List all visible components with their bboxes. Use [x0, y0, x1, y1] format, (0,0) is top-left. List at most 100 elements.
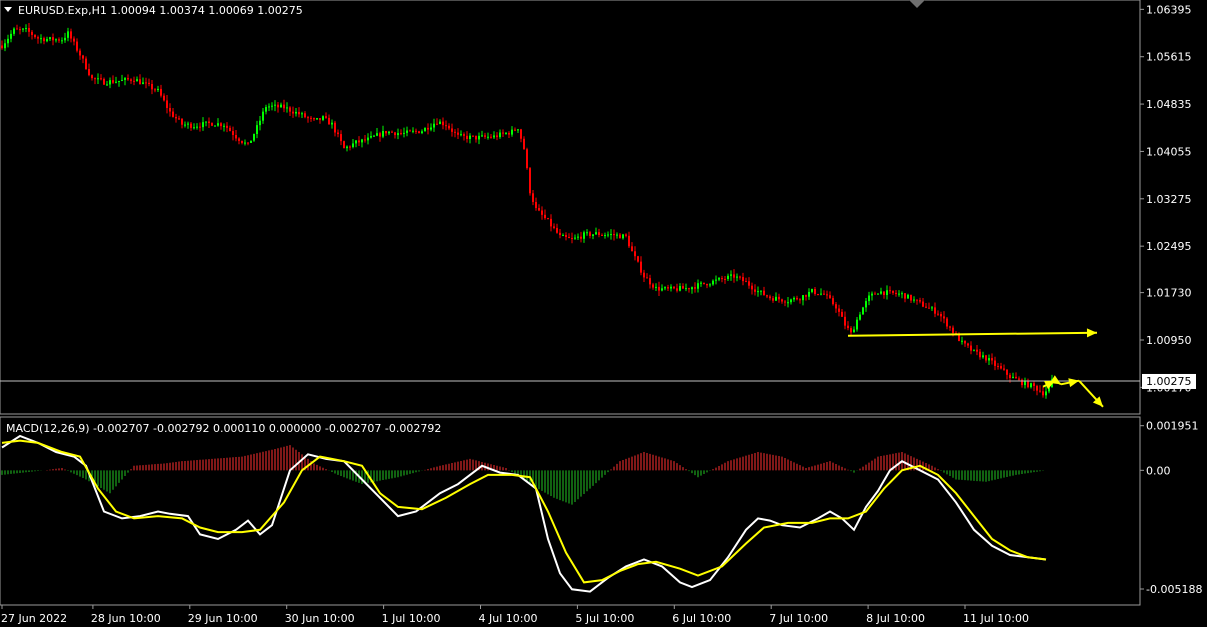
candle-body: [859, 314, 861, 320]
candle-body: [457, 132, 459, 135]
candle-body: [937, 313, 939, 315]
candle-body: [208, 121, 210, 124]
candle-body: [580, 236, 582, 239]
candle-body: [496, 135, 498, 138]
trading-chart[interactable]: EURUSD.Exp,H1 1.00094 1.00374 1.00069 1.…: [0, 0, 1207, 627]
candle-body: [775, 296, 777, 301]
candle-body: [4, 43, 6, 49]
candle-body: [589, 232, 591, 236]
candle-body: [265, 107, 267, 112]
candle-body: [964, 340, 966, 344]
candle-body: [991, 358, 993, 361]
candle-body: [757, 291, 759, 293]
price-tick-label: 1.00950: [1146, 334, 1192, 347]
candle-body: [778, 296, 780, 300]
candle-body: [454, 131, 456, 133]
candle-body: [238, 138, 240, 141]
candle-body: [133, 80, 135, 82]
candle-body: [1033, 383, 1035, 386]
candle-body: [115, 81, 117, 83]
candle-body: [1009, 374, 1011, 378]
candle-body: [295, 111, 297, 114]
candle-body: [520, 129, 522, 139]
candle-body: [73, 38, 75, 42]
time-tick-label: 1 Jul 10:00: [382, 612, 441, 625]
candle-body: [787, 302, 789, 304]
candle-body: [556, 227, 558, 233]
candle-body: [229, 127, 231, 132]
candle-body: [820, 293, 822, 295]
candle-body: [583, 232, 585, 239]
candle-body: [1030, 383, 1032, 388]
candle-body: [832, 298, 834, 305]
candle-body: [301, 113, 303, 115]
candle-body: [829, 295, 831, 299]
candle-body: [202, 122, 204, 128]
candle-body: [799, 299, 801, 301]
candle-body: [607, 234, 609, 236]
candle-body: [682, 286, 684, 289]
candle-body: [157, 88, 159, 91]
candle-body: [310, 117, 312, 119]
candle-body: [1, 45, 3, 49]
candle-body: [283, 104, 285, 109]
candle-body: [1039, 390, 1041, 392]
candle-body: [550, 218, 552, 227]
candle-body: [793, 297, 795, 300]
candle-body: [670, 286, 672, 289]
candle-body: [370, 136, 372, 138]
candle-body: [664, 287, 666, 289]
candle-body: [271, 105, 273, 107]
candle-body: [559, 232, 561, 236]
candle-body: [979, 351, 981, 358]
candle-body: [421, 131, 423, 134]
candle-body: [850, 328, 852, 333]
candle-body: [463, 134, 465, 136]
candle-body: [391, 131, 393, 133]
candle-body: [385, 130, 387, 134]
candle-body: [253, 133, 255, 141]
candle-body: [49, 37, 51, 40]
candle-body: [175, 116, 177, 119]
candle-body: [61, 40, 63, 42]
candle-body: [595, 232, 597, 235]
candle-body: [94, 78, 96, 80]
candle-body: [352, 143, 354, 148]
candle-body: [226, 125, 228, 128]
candle-body: [694, 287, 696, 289]
candle-body: [442, 121, 444, 126]
macd-tick-label: 0.001951: [1146, 420, 1199, 433]
candle-body: [511, 129, 513, 135]
candle-body: [877, 293, 879, 295]
candle-body: [703, 282, 705, 285]
candle-body: [364, 139, 366, 141]
candle-body: [160, 88, 162, 96]
candle-body: [514, 129, 516, 131]
candle-body: [736, 276, 738, 278]
candle-body: [667, 287, 669, 289]
candle-body: [973, 349, 975, 351]
candle-body: [304, 113, 306, 118]
candle-body: [1015, 376, 1017, 379]
candle-body: [445, 125, 447, 127]
candle-body: [289, 107, 291, 112]
candle-body: [697, 283, 699, 289]
candle-body: [1018, 378, 1020, 380]
candle-body: [871, 293, 873, 296]
candle-body: [856, 319, 858, 330]
candle-body: [712, 280, 714, 285]
candle-body: [718, 278, 720, 280]
candle-body: [754, 289, 756, 292]
candle-body: [529, 168, 531, 194]
candle-body: [406, 130, 408, 133]
candle-body: [235, 134, 237, 139]
candle-body: [946, 318, 948, 327]
candle-body: [139, 79, 141, 85]
candle-body: [1045, 391, 1047, 396]
candle-body: [622, 234, 624, 239]
candle-body: [7, 38, 9, 44]
candle-body: [472, 135, 474, 137]
price-pane[interactable]: [0, 0, 1141, 415]
candle-body: [277, 104, 279, 108]
candle-body: [37, 37, 39, 39]
